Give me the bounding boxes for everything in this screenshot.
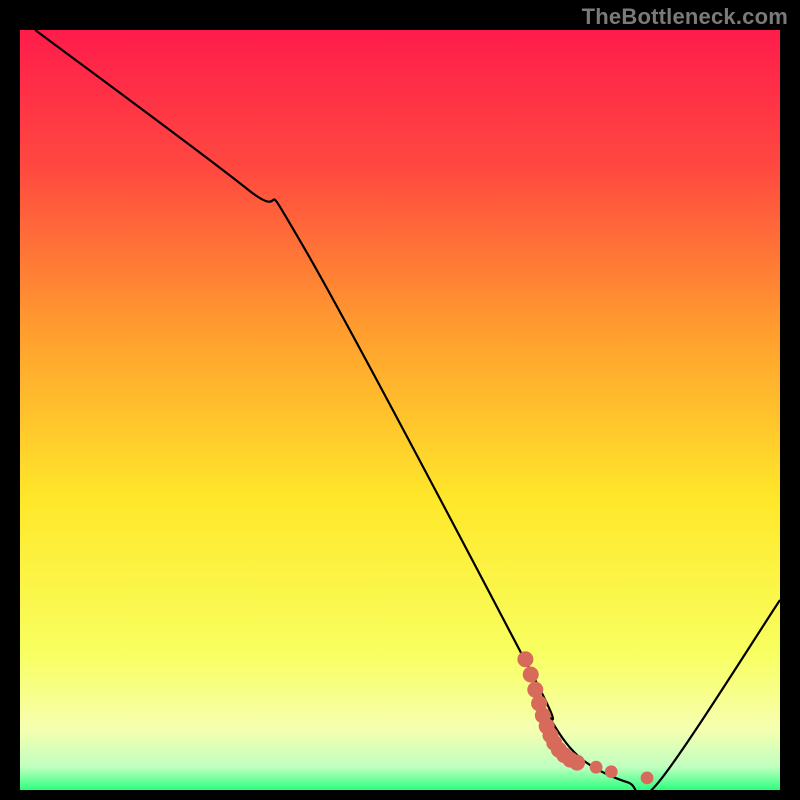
sweet-spot-dot (517, 651, 533, 667)
sweet-spot-dot (605, 765, 618, 778)
sweet-spot-dot (527, 682, 543, 698)
sweet-spot-dot (641, 771, 654, 784)
chart-frame (20, 30, 780, 790)
sweet-spot-dot (523, 666, 539, 682)
watermark-text: TheBottleneck.com (582, 4, 788, 30)
sweet-spot-dot (590, 761, 603, 774)
gradient-background (20, 30, 780, 790)
bottleneck-chart (20, 30, 780, 790)
sweet-spot-dot (569, 755, 585, 771)
